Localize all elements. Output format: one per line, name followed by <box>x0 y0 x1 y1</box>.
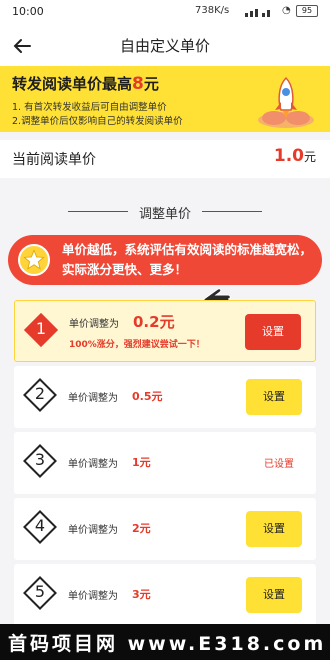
watermark-bar: 首码项目网 www.E318.com <box>0 624 330 660</box>
banner-headline-text: 转发阅读单价最高 <box>12 75 133 93</box>
current-price-label: 当前阅读单价 <box>12 152 96 168</box>
option-number: 4 <box>34 516 46 535</box>
option-price: 0.5元 <box>132 390 163 403</box>
adjust-section-header: 调整单价 <box>0 200 330 224</box>
price-option-5[interactable]: 5 单价调整为 3元 设置 <box>14 564 316 626</box>
option-label: 单价调整为 <box>68 591 118 602</box>
option-recommendation: 100%涨分，强烈建议尝试一下！ <box>69 340 205 350</box>
banner-headline-number: 8 <box>132 74 144 94</box>
option-number: 5 <box>34 582 46 601</box>
divider-right <box>202 211 262 212</box>
set-button[interactable]: 设置 <box>245 314 301 350</box>
status-bar: 10:00 738K/s ◔ 95 <box>0 0 330 24</box>
page-title: 自由定义单价 <box>119 37 210 55</box>
banner-rule-1: 1. 有首次转发收益后可自由调整单价 <box>12 102 167 113</box>
option-price: 0.2元 <box>133 313 175 331</box>
star-icon <box>18 244 50 276</box>
set-button[interactable]: 设置 <box>246 577 302 613</box>
battery-icon: 95 <box>296 5 318 17</box>
current-price-value: 1.0元 <box>274 146 316 166</box>
banner-rule-2: 2.调整单价后仅影响自己的转发阅读单价 <box>12 116 183 127</box>
option-number: 3 <box>34 450 46 469</box>
option-label: 单价调整为 <box>69 319 119 330</box>
rocket-icon <box>258 76 314 128</box>
tip-banner: 单价越低，系统评估有效阅读的标准越宽松，实际涨分更快、更多！ <box>8 235 322 285</box>
wifi-icon: ◔ <box>282 5 291 16</box>
info-banner: 转发阅读单价最高8元 1. 有首次转发收益后可自由调整单价 2.调整单价后仅影响… <box>0 66 330 132</box>
option-price: 1元 <box>132 456 151 469</box>
option-number: 1 <box>35 319 47 338</box>
option-label: 单价调整为 <box>68 393 118 404</box>
banner-headline: 转发阅读单价最高8元 <box>12 73 159 94</box>
status-time: 10:00 <box>12 5 44 18</box>
option-label: 单价调整为 <box>68 525 118 536</box>
price-option-2[interactable]: 2 单价调整为 0.5元 设置 <box>14 366 316 428</box>
current-price-unit: 元 <box>303 150 316 164</box>
option-price: 3元 <box>132 588 151 601</box>
option-number: 2 <box>34 384 46 403</box>
set-button[interactable]: 设置 <box>246 379 302 415</box>
nav-bar: 自由定义单价 <box>0 24 330 66</box>
option-label: 单价调整为 <box>68 459 118 470</box>
set-button[interactable]: 设置 <box>246 511 302 547</box>
adjust-section-title: 调整单价 <box>138 207 191 222</box>
banner-headline-unit: 元 <box>143 75 159 93</box>
tip-text: 单价越低，系统评估有效阅读的标准越宽松，实际涨分更快、更多！ <box>62 242 313 277</box>
signal-icon <box>245 7 275 17</box>
already-set-status: 已设置 <box>264 459 294 470</box>
current-price-row: 当前阅读单价 1.0元 <box>0 140 330 178</box>
network-speed: 738K/s <box>195 5 230 16</box>
watermark-text: 首码项目网 www.E318.com <box>8 633 327 655</box>
current-price-number: 1.0 <box>273 146 304 166</box>
price-option-3[interactable]: 3 单价调整为 1元 已设置 <box>14 432 316 494</box>
option-price: 2元 <box>132 522 151 535</box>
price-option-4[interactable]: 4 单价调整为 2元 设置 <box>14 498 316 560</box>
price-option-1[interactable]: 1 单价调整为 0.2元 100%涨分，强烈建议尝试一下！ 设置 <box>14 300 316 362</box>
